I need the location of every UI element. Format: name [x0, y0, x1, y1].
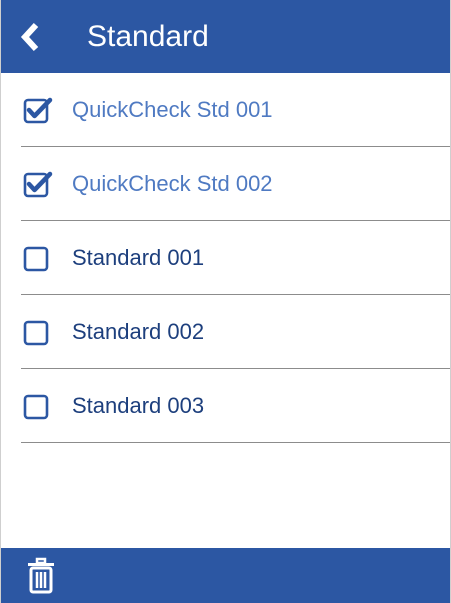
back-button[interactable]	[1, 0, 59, 73]
app-screen: Standard QuickCheck Std 001 QuickCheck S…	[0, 0, 451, 603]
checkbox-checked[interactable]	[23, 171, 53, 198]
checkbox-empty-icon	[23, 320, 49, 346]
checkbox-checked-icon	[23, 97, 53, 124]
bottom-toolbar	[1, 548, 450, 603]
checkbox-unchecked[interactable]	[23, 245, 49, 272]
checkbox-empty-icon	[23, 394, 49, 420]
checkbox-empty-icon	[23, 246, 49, 272]
checkbox-unchecked[interactable]	[23, 319, 49, 346]
standard-list-item[interactable]: Standard 001	[1, 221, 450, 295]
standard-list-item[interactable]: QuickCheck Std 002	[1, 147, 450, 221]
standard-list: QuickCheck Std 001 QuickCheck Std 002 St…	[1, 73, 450, 443]
standard-label: QuickCheck Std 002	[72, 171, 273, 196]
page-title: Standard	[87, 20, 209, 53]
checkbox-checked-icon	[23, 171, 53, 198]
checkbox-unchecked[interactable]	[23, 393, 49, 420]
standard-label: QuickCheck Std 001	[72, 97, 273, 122]
standard-list-item[interactable]: Standard 003	[1, 369, 450, 443]
title-bar: Standard	[1, 0, 450, 73]
standard-list-item[interactable]: QuickCheck Std 001	[1, 73, 450, 147]
trash-icon	[28, 557, 54, 593]
chevron-left-icon	[20, 22, 39, 51]
standard-list-item[interactable]: Standard 002	[1, 295, 450, 369]
standard-label: Standard 003	[72, 393, 205, 418]
standard-label: Standard 001	[72, 245, 205, 270]
checkbox-checked[interactable]	[23, 97, 53, 124]
delete-button[interactable]	[21, 553, 61, 599]
standard-label: Standard 002	[72, 319, 205, 344]
